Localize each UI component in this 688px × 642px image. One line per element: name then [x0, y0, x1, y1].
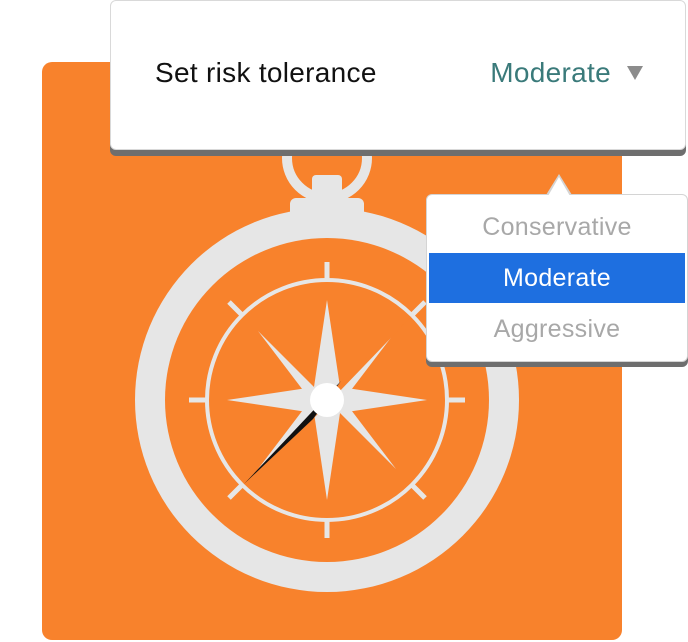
option-conservative[interactable]: Conservative — [429, 202, 685, 252]
option-moderate[interactable]: Moderate — [429, 253, 685, 303]
compass-pivot — [310, 383, 344, 417]
risk-tolerance-card: Set risk tolerance Moderate — [110, 0, 686, 150]
option-aggressive[interactable]: Aggressive — [429, 304, 685, 354]
risk-tolerance-label: Set risk tolerance — [155, 57, 377, 88]
dropdown-pointer-fill — [548, 177, 570, 196]
risk-tolerance-illustration: Set risk tolerance Moderate Conservative… — [0, 0, 688, 642]
chevron-down-icon — [627, 66, 643, 80]
risk-options-dropdown: Conservative Moderate Aggressive — [426, 194, 688, 362]
risk-tolerance-select[interactable]: Moderate — [490, 57, 643, 89]
selected-risk-value: Moderate — [490, 57, 611, 88]
